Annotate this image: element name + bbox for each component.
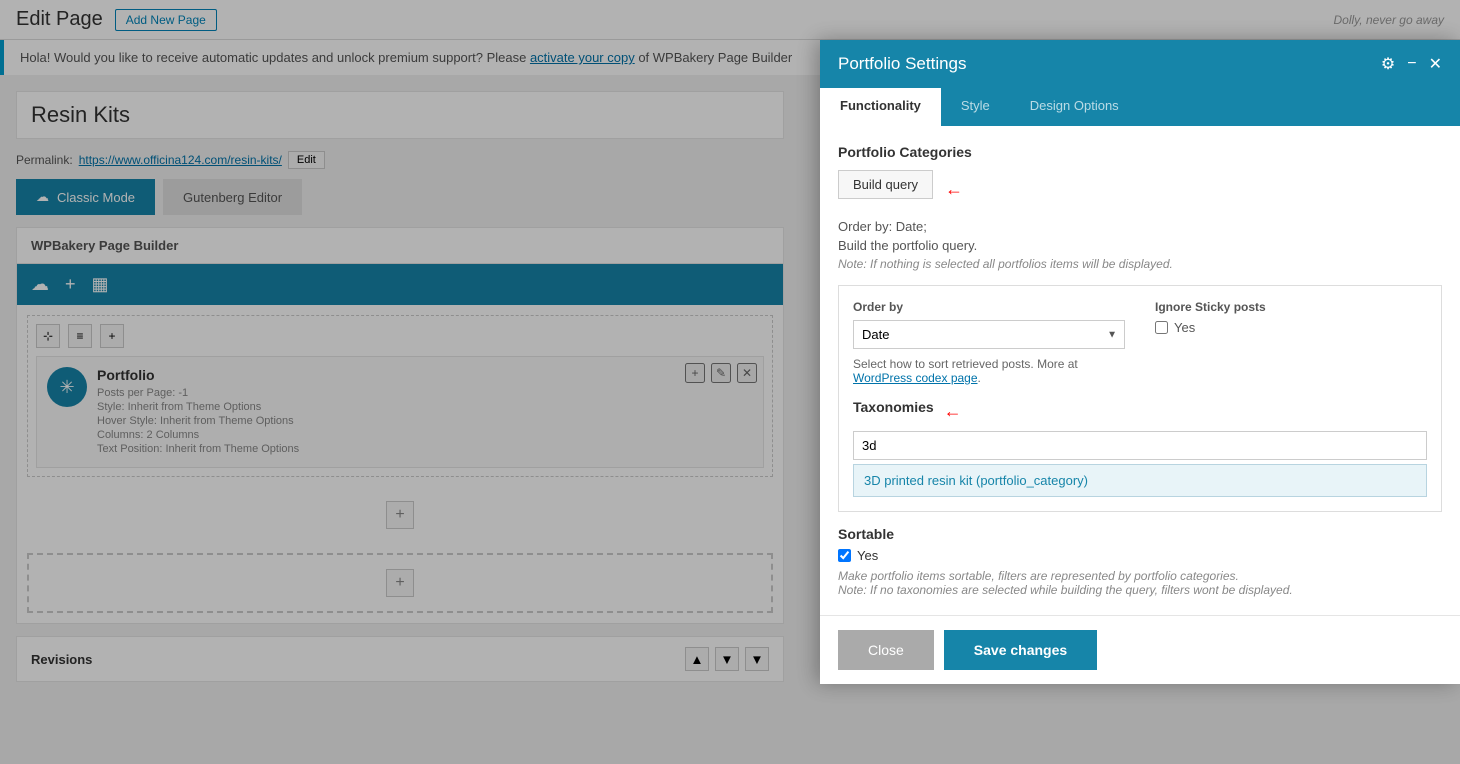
order-by-select-wrapper: Date Title Modified Random [853, 320, 1125, 349]
modal-close-button[interactable]: ✕ [1429, 54, 1442, 74]
tab-design-options[interactable]: Design Options [1010, 88, 1139, 126]
codex-link[interactable]: WordPress codex page [853, 371, 978, 385]
arrow-indicator-2: ← [944, 401, 962, 422]
arrow-indicator-1: ← [945, 179, 963, 200]
sortable-yes-label: Yes [857, 548, 878, 563]
sortable-note-1: Make portfolio items sortable, filters a… [838, 569, 1442, 583]
taxonomies-label: Taxonomies [853, 399, 934, 415]
save-changes-button[interactable]: Save changes [944, 630, 1097, 670]
order-by-subtitle: Build the portfolio query. [838, 238, 1442, 253]
portfolio-categories-title: Portfolio Categories [838, 144, 1442, 160]
modal-minimize-button[interactable]: − [1407, 55, 1416, 73]
modal-title: Portfolio Settings [838, 54, 967, 74]
ignore-sticky-checkbox-row: Yes [1155, 320, 1427, 335]
order-by-col: Order by Date Title Modified Random Sele… [853, 300, 1125, 385]
portfolio-settings-modal: Portfolio Settings ⚙ − ✕ Functionality S… [820, 40, 1460, 684]
sortable-checkbox[interactable] [838, 549, 851, 562]
sortable-section: Sortable Yes Make portfolio items sortab… [838, 526, 1442, 597]
tab-style[interactable]: Style [941, 88, 1010, 126]
query-builder-box: Order by Date Title Modified Random Sele… [838, 285, 1442, 512]
build-query-row: Build query ← [838, 170, 1442, 209]
ignore-sticky-label: Ignore Sticky posts [1155, 300, 1427, 314]
modal-header: Portfolio Settings ⚙ − ✕ [820, 40, 1460, 88]
order-by-label: Order by [853, 300, 1125, 314]
sortable-check-row: Yes [838, 548, 1442, 563]
order-by-text: Order by: Date; [838, 219, 1442, 234]
order-note: Select how to sort retrieved posts. More… [853, 357, 1125, 385]
sortable-label: Sortable [838, 526, 1442, 542]
ignore-sticky-yes-label: Yes [1174, 320, 1195, 335]
modal-settings-button[interactable]: ⚙ [1381, 54, 1395, 74]
taxonomies-search-input[interactable] [853, 431, 1427, 460]
taxonomies-section: Taxonomies ← 3D printed resin kit (portf… [853, 399, 1427, 497]
modal-body: Portfolio Categories Build query ← Order… [820, 126, 1460, 615]
taxonomies-selected-item: 3D printed resin kit (portfolio_category… [853, 464, 1427, 497]
taxonomies-header: Taxonomies ← [853, 399, 1427, 423]
order-by-note: Note: If nothing is selected all portfol… [838, 257, 1442, 271]
ignore-sticky-col: Ignore Sticky posts Yes [1155, 300, 1427, 385]
query-row: Order by Date Title Modified Random Sele… [853, 300, 1427, 385]
order-by-select[interactable]: Date Title Modified Random [853, 320, 1125, 349]
modal-header-actions: ⚙ − ✕ [1381, 54, 1442, 74]
ignore-sticky-checkbox[interactable] [1155, 321, 1168, 334]
modal-footer: Close Save changes [820, 615, 1460, 684]
tab-functionality[interactable]: Functionality [820, 88, 941, 126]
modal-tabs: Functionality Style Design Options [820, 88, 1460, 126]
close-button[interactable]: Close [838, 630, 934, 670]
build-query-button[interactable]: Build query [838, 170, 933, 199]
sortable-note-2: Note: If no taxonomies are selected whil… [838, 583, 1442, 597]
